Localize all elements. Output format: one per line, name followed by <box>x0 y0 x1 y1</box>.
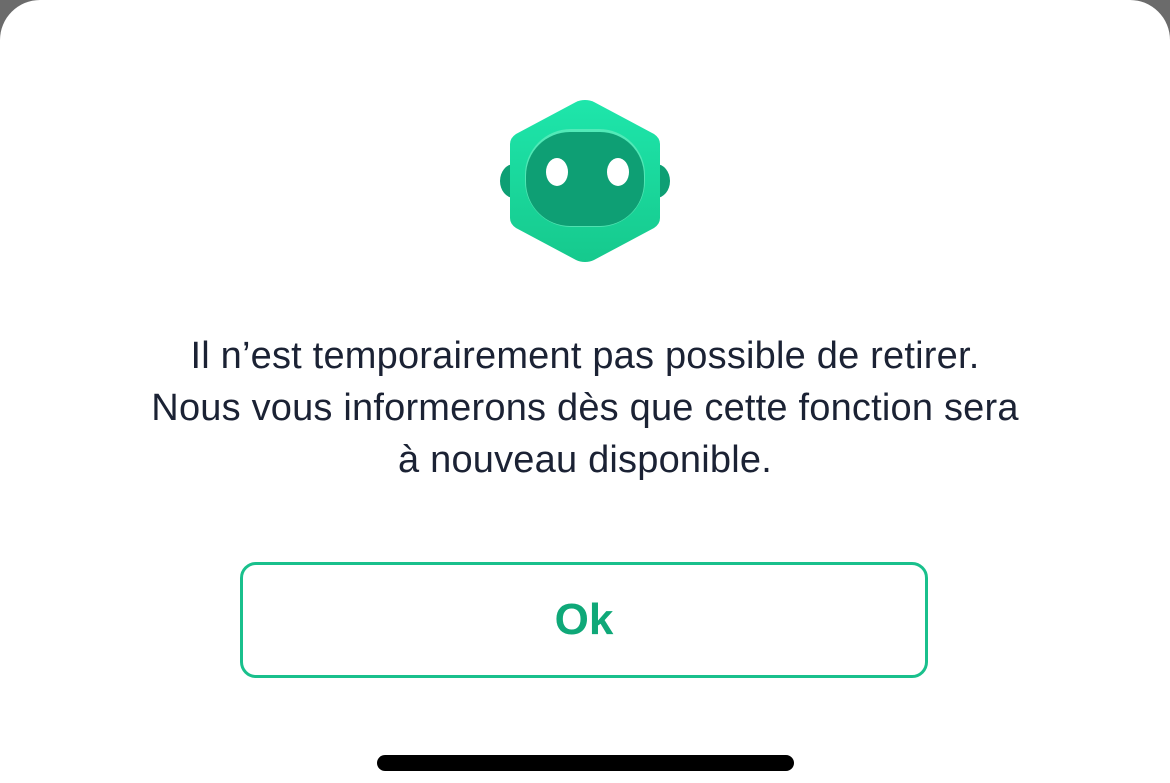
home-indicator[interactable] <box>377 755 794 771</box>
robot-head-icon <box>500 100 670 262</box>
message-line: Nous vous informerons dès que cette fonc… <box>151 387 1019 429</box>
dialog-sheet: Il n’est temporairement pas possible de … <box>0 0 1170 783</box>
ok-button[interactable]: Ok <box>240 562 928 678</box>
ok-button-label: Ok <box>554 595 614 644</box>
message-line: à nouveau disponible. <box>398 439 772 481</box>
message-line: Il n’est temporairement pas possible de … <box>190 335 980 377</box>
dialog-message: Il n’est temporairement pas possible de … <box>60 330 1110 486</box>
